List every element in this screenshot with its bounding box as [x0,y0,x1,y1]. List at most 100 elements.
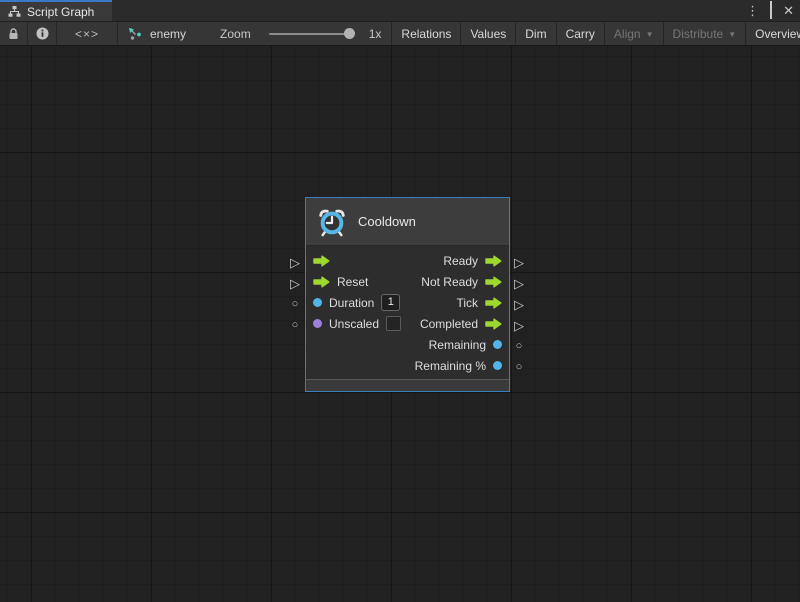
toolbar-button-label: Carry [566,27,595,41]
node-ports: Ready Reset Not Ready Duration 1 Tick Unscaled… [306,246,509,376]
maximize-box [770,1,772,19]
port-row-4: Remaining [306,334,509,355]
port-row-3: Unscaled Completed [306,313,509,334]
toolbar-button-overview[interactable]: Overview [745,22,800,45]
output-marker-completed[interactable]: ▷ [512,315,526,336]
input-port-label: Unscaled [329,317,379,331]
output-port-ready[interactable]: Ready [443,254,502,268]
output-port-tick[interactable]: Tick [456,296,502,310]
window-menu-icon[interactable]: ⋮ [746,4,759,17]
toolbar-button-label: Values [470,27,506,41]
input-marker-input-0[interactable]: ▷ [288,252,302,273]
code-toggle-icon: <×> [75,27,99,41]
output-port-label: Ready [443,254,478,268]
zoom-slider[interactable] [269,33,353,35]
toolbar-button-label: Relations [401,27,451,41]
output-port-remaining[interactable]: Remaining % [415,359,502,373]
value-circle-icon: ○ [292,320,299,331]
cooldown-node-header[interactable]: Cooldown [306,198,509,246]
alarm-clock-icon [317,207,347,237]
port-row-2: Duration 1 Tick [306,292,509,313]
input-port-unscaled[interactable]: Unscaled [313,316,401,331]
zoom-value: 1x [369,27,382,41]
flow-arrow-icon [485,276,502,288]
input-port-markers: ▷ ▷ ○ ○ [288,252,302,336]
toolbar-center-group: enemy Zoom 1x [118,22,391,45]
input-port-duration[interactable]: Duration 1 [313,294,400,311]
toolbar-button-dim[interactable]: Dim [515,22,555,45]
node-footer [306,379,509,391]
input-port-reset[interactable]: Reset [313,275,368,289]
toolbar-button-label: Distribute [673,27,724,41]
toolbar-left-group: <×> [0,22,118,45]
toolbar-button-label: Align [614,27,641,41]
flow-triangle-icon: ▷ [514,277,524,290]
value-circle-icon: ○ [516,341,523,352]
graph-canvas[interactable]: Cooldown Ready Reset Not Ready Duration 1 Tic… [0,46,800,602]
graph-owner-label: enemy [150,27,186,41]
info-button[interactable] [28,22,57,45]
toolbar-button-distribute[interactable]: Distribute▼ [663,22,746,45]
flow-triangle-icon: ▷ [514,319,524,332]
chevron-down-icon: ▼ [646,30,654,39]
output-port-label: Not Ready [421,275,478,289]
output-port-remaining[interactable]: Remaining [429,338,502,352]
output-port-label: Remaining % [415,359,486,373]
maximize-icon[interactable] [770,4,772,17]
output-marker-ready[interactable]: ▷ [512,252,526,273]
flow-triangle-icon: ▷ [290,277,300,290]
input-marker-unscaled[interactable]: ○ [288,315,302,336]
toolbar-button-carry[interactable]: Carry [556,22,604,45]
zoom-label: Zoom [220,27,251,41]
toolbar-buttons: Relations Values Dim Carry Align ▼ Distribute▼… [391,22,800,45]
flow-arrow-icon [485,318,502,330]
flow-triangle-icon: ▷ [290,256,300,269]
flow-triangle-icon: ▷ [514,256,524,269]
info-icon [36,27,49,40]
close-icon[interactable]: ✕ [783,4,794,17]
output-port-label: Remaining [429,338,486,352]
cooldown-node[interactable]: Cooldown Ready Reset Not Ready Duration 1 Tic… [305,197,510,392]
input-port-label: Reset [337,275,368,289]
output-port-completed[interactable]: Completed [420,317,502,331]
output-marker-tick[interactable]: ▷ [512,294,526,315]
code-view-toggle[interactable]: <×> [57,22,118,45]
value-dot-icon [313,298,322,307]
flow-arrow-icon [485,255,502,267]
input-marker-reset[interactable]: ▷ [288,273,302,294]
graph-toolbar: <×> enemy Zoom 1x Relations Values Dim Carr… [0,22,800,46]
output-port-not-ready[interactable]: Not Ready [421,275,502,289]
node-title: Cooldown [358,214,416,229]
flow-arrow-icon [313,276,330,288]
tab-script-graph[interactable]: Script Graph [0,0,112,21]
output-port-label: Completed [420,317,478,331]
toolbar-button-values[interactable]: Values [460,22,515,45]
flow-triangle-icon: ▷ [514,298,524,311]
toolbar-button-label: Overview [755,27,800,41]
toolbar-button-label: Dim [525,27,546,41]
output-marker-remaining[interactable]: ○ [512,336,526,357]
script-graph-asset-icon [128,27,142,41]
input-port-label: Duration [329,296,374,310]
input-marker-duration[interactable]: ○ [288,294,302,315]
input-port-flow-in-0[interactable] [313,255,330,267]
flow-arrow-icon [313,255,330,267]
duration-value-field[interactable]: 1 [381,294,400,311]
unscaled-checkbox[interactable] [386,316,401,331]
toolbar-button-align[interactable]: Align ▼ [604,22,663,45]
output-marker-remaining[interactable]: ○ [512,357,526,378]
port-row-5: Remaining % [306,355,509,376]
port-row-1: Reset Not Ready [306,271,509,292]
lock-button[interactable] [0,22,28,45]
lock-icon [8,28,19,40]
window-titlebar: Script Graph ⋮ ✕ [0,0,800,22]
flow-arrow-icon [485,297,502,309]
toolbar-button-relations[interactable]: Relations [391,22,460,45]
output-marker-not-ready[interactable]: ▷ [512,273,526,294]
output-port-markers: ▷ ▷ ▷ ▷ ○ ○ [512,252,526,378]
zoom-slider-handle[interactable] [344,28,355,39]
value-dot-icon [313,319,322,328]
output-port-label: Tick [456,296,478,310]
value-circle-icon: ○ [292,299,299,310]
value-circle-icon: ○ [516,362,523,373]
